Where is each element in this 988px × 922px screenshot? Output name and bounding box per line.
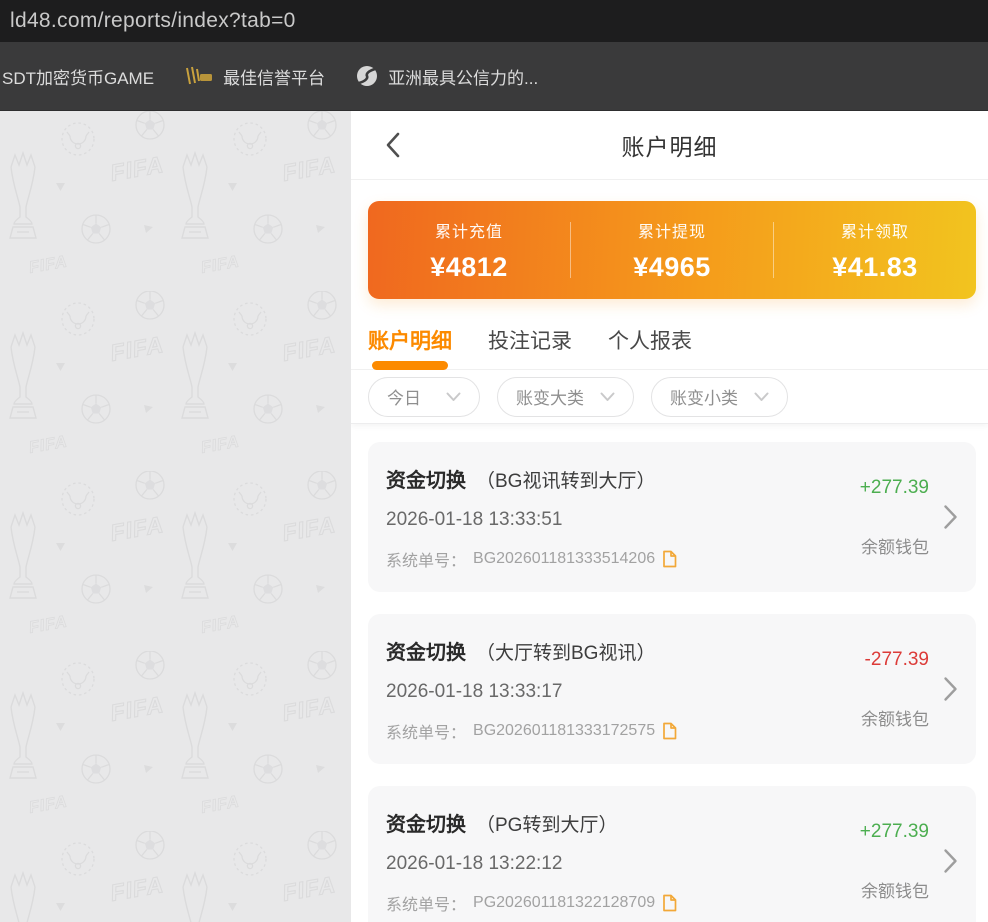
copy-icon[interactable] [662,722,677,740]
bookmarks-bar: SDT加密货币GAME 最佳信誉平台 亚洲最具公信力的... [0,42,988,111]
bookmark-item-platform[interactable]: 最佳信誉平台 [184,64,325,89]
tab-label: 投注记录 [488,330,572,353]
summary-total-withdraw: 累计提现 ¥4965 [571,218,773,283]
transaction-amount-block: +277.39 余额钱包 [860,821,929,902]
tab-label: 个人报表 [608,330,692,353]
chevron-right-icon[interactable] [943,504,958,530]
transaction-info: 资金切换 （PG转到大厅） 2026-01-18 13:22:12 系统单号： … [386,808,860,915]
chevron-down-icon [600,392,615,402]
globe-icon [355,64,379,88]
order-number-label: 系统单号： [386,547,466,571]
order-number-label: 系统单号： [386,891,466,915]
summary-total-claimed: 累计领取 ¥41.83 [774,218,976,283]
transaction-datetime: 2026-01-18 13:22:12 [386,853,860,875]
chevron-down-icon [446,392,461,402]
summary-label: 累计提现 [638,218,706,242]
transaction-amount: -277.39 [865,649,929,671]
transaction-subtitle: （PG转到大厅） [476,810,617,837]
filter-label: 账变小类 [670,384,738,409]
page-header: 账户明细 [351,111,988,180]
copy-icon[interactable] [662,550,677,568]
bookmark-label: 亚洲最具公信力的... [388,64,538,89]
filter-dropdown[interactable]: 账变小类 [651,377,788,417]
transaction-info: 资金切换 （大厅转到BG视讯） 2026-01-18 13:33:17 系统单号… [386,636,861,743]
summary-total-deposit: 累计充值 ¥4812 [368,218,570,283]
transaction-wallet: 余额钱包 [861,705,929,730]
chevron-right-icon[interactable] [943,676,958,702]
content-panel: 账户明细 累计充值 ¥4812 累计提现 ¥4965 累计领取 ¥41.83 账… [351,111,988,922]
tab-personal-report[interactable]: 个人报表 [608,325,692,369]
summary-card: 累计充值 ¥4812 累计提现 ¥4965 累计领取 ¥41.83 [368,201,976,300]
transaction-list: 资金切换 （BG视讯转到大厅） 2026-01-18 13:33:51 系统单号… [351,424,988,922]
transaction-datetime: 2026-01-18 13:33:17 [386,681,861,703]
bookmark-item-asia[interactable]: 亚洲最具公信力的... [355,64,538,89]
filter-dropdown[interactable]: 账变大类 [497,377,634,417]
url-text[interactable]: ld48.com/reports/index?tab=0 [10,9,296,33]
transaction-subtitle: （大厅转到BG视讯） [476,638,655,665]
summary-value: ¥4812 [430,252,508,283]
transaction-title: 资金切换 [386,464,466,493]
transaction-info: 资金切换 （BG视讯转到大厅） 2026-01-18 13:33:51 系统单号… [386,464,860,571]
transaction-amount-block: +277.39 余额钱包 [860,477,929,558]
tab-account-detail[interactable]: 账户明细 [368,325,452,369]
tab-bet-records[interactable]: 投注记录 [488,325,572,369]
active-tab-underline [372,361,448,370]
summary-value: ¥41.83 [832,252,918,283]
chevron-left-icon [384,131,401,159]
order-number-label: 系统单号： [386,719,466,743]
transaction-row[interactable]: 资金切换 （BG视讯转到大厅） 2026-01-18 13:33:51 系统单号… [368,442,976,592]
gold-logo-icon [184,65,214,87]
bookmark-label: 最佳信誉平台 [223,64,325,89]
filter-bar: 今日 账变大类 账变小类 [351,370,988,424]
transaction-datetime: 2026-01-18 13:33:51 [386,509,860,531]
back-button[interactable] [384,131,401,159]
filter-label: 账变大类 [516,384,584,409]
transaction-wallet: 余额钱包 [861,877,929,902]
filter-dropdown[interactable]: 今日 [368,377,480,417]
bookmark-label: SDT加密货币GAME [2,64,154,89]
order-number-value: BG202601181333172575 [473,722,655,740]
background-pattern: FIFA [0,111,351,922]
tab-label: 账户明细 [368,330,452,353]
summary-label: 累计充值 [435,218,503,242]
order-number-value: PG202601181322128709 [473,894,655,912]
browser-url-bar[interactable]: ld48.com/reports/index?tab=0 [0,0,988,42]
copy-icon[interactable] [662,894,677,912]
summary-label: 累计领取 [841,218,909,242]
transaction-row[interactable]: 资金切换 （PG转到大厅） 2026-01-18 13:22:12 系统单号： … [368,786,976,922]
transaction-subtitle: （BG视讯转到大厅） [476,466,655,493]
transaction-amount: +277.39 [860,821,929,843]
transaction-wallet: 余额钱包 [861,533,929,558]
transaction-row[interactable]: 资金切换 （大厅转到BG视讯） 2026-01-18 13:33:17 系统单号… [368,614,976,764]
tab-bar: 账户明细 投注记录 个人报表 [351,299,988,370]
transaction-amount-block: -277.39 余额钱包 [861,649,929,730]
transaction-amount: +277.39 [860,477,929,499]
order-number-value: BG202601181333514206 [473,550,655,568]
bookmark-item-usdt[interactable]: SDT加密货币GAME [2,64,154,89]
transaction-title: 资金切换 [386,808,466,837]
chevron-down-icon [754,392,769,402]
chevron-right-icon[interactable] [943,848,958,874]
fifa-watermark-pattern: FIFA [0,111,351,922]
summary-value: ¥4965 [633,252,711,283]
transaction-title: 资金切换 [386,636,466,665]
filter-label: 今日 [387,384,421,409]
page-title: 账户明细 [622,128,718,162]
